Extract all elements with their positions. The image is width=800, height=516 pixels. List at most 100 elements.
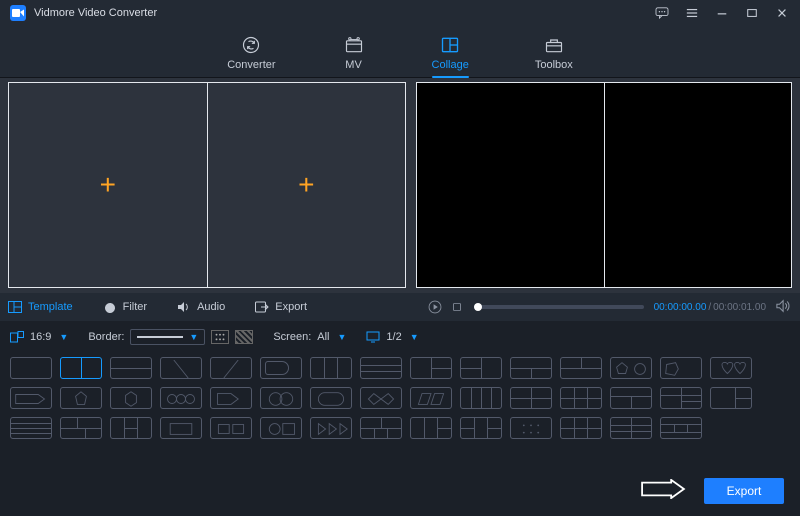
minimize-button[interactable] (714, 6, 730, 20)
add-icon: + (100, 169, 116, 201)
template-thumb[interactable] (60, 417, 102, 439)
tab-audio[interactable]: Audio (177, 301, 225, 313)
template-thumb[interactable] (410, 357, 452, 379)
template-thumb[interactable] (210, 417, 252, 439)
template-thumb[interactable] (110, 417, 152, 439)
template-thumb[interactable] (710, 387, 752, 409)
template-thumb[interactable] (260, 357, 302, 379)
play-button[interactable] (428, 300, 442, 314)
converter-icon (239, 34, 263, 56)
playback-controls (428, 300, 464, 314)
template-thumb[interactable] (510, 387, 552, 409)
border-style-select[interactable]: ▼ (130, 329, 205, 345)
template-thumb[interactable] (60, 387, 102, 409)
tab-template[interactable]: Template (8, 301, 73, 313)
template-thumb[interactable] (210, 357, 252, 379)
template-thumb[interactable] (710, 357, 752, 379)
export-label: Export (727, 484, 762, 498)
template-thumb[interactable] (310, 417, 352, 439)
volume-icon[interactable] (776, 299, 792, 316)
templates-grid (0, 353, 800, 439)
maximize-button[interactable] (744, 6, 760, 20)
collage-slot-2[interactable]: + (208, 83, 406, 287)
template-thumb[interactable] (560, 417, 602, 439)
template-thumb[interactable] (460, 387, 502, 409)
aspect-ratio-select[interactable]: 16:9 ▼ (10, 331, 68, 343)
tab-label: Filter (123, 301, 147, 313)
app-title: Vidmore Video Converter (34, 7, 654, 19)
chevron-down-icon: ▼ (338, 332, 347, 342)
time-current: 00:00:00.00 (654, 302, 707, 313)
app-window: Vidmore Video Converter Converter MV Col… (0, 0, 800, 516)
border-grid-toggle[interactable] (211, 330, 229, 344)
template-thumb[interactable] (110, 387, 152, 409)
template-thumb[interactable] (610, 417, 652, 439)
template-thumb[interactable] (560, 387, 602, 409)
nav-label: MV (345, 59, 362, 71)
export-button[interactable]: Export (704, 478, 784, 504)
close-button[interactable] (774, 6, 790, 20)
seek-thumb[interactable] (474, 303, 482, 311)
template-thumb[interactable] (360, 357, 402, 379)
border-pattern-toggle[interactable] (235, 330, 253, 344)
annotation-arrow (640, 479, 686, 504)
template-thumb[interactable] (10, 417, 52, 439)
export-icon (255, 301, 269, 313)
template-thumb[interactable] (610, 387, 652, 409)
template-thumb[interactable] (60, 357, 102, 379)
template-thumb[interactable] (160, 417, 202, 439)
template-thumb[interactable] (410, 417, 452, 439)
template-thumb[interactable] (660, 417, 702, 439)
title-bar: Vidmore Video Converter (0, 0, 800, 26)
stop-button[interactable] (450, 300, 464, 314)
template-thumb[interactable] (360, 417, 402, 439)
collage-canvas: + + (8, 82, 406, 288)
page-select[interactable]: 1/2 ▼ (386, 331, 418, 343)
template-thumb[interactable] (410, 387, 452, 409)
template-thumb[interactable] (160, 357, 202, 379)
tab-export[interactable]: Export (255, 301, 307, 313)
template-thumb[interactable] (310, 357, 352, 379)
tab-label: Audio (197, 301, 225, 313)
template-thumb[interactable] (660, 387, 702, 409)
template-thumb[interactable] (660, 357, 702, 379)
template-thumb[interactable] (310, 387, 352, 409)
nav-label: Toolbox (535, 59, 573, 71)
template-thumb[interactable] (110, 357, 152, 379)
seek-bar[interactable] (474, 305, 644, 309)
nav-converter[interactable]: Converter (227, 34, 275, 77)
screen-select[interactable]: All ▼ (317, 331, 346, 343)
ratio-value: 16:9 (30, 331, 51, 343)
chevron-down-icon: ▼ (189, 332, 198, 342)
template-thumb[interactable] (260, 387, 302, 409)
template-thumb[interactable] (610, 357, 652, 379)
tab-label: Template (28, 301, 73, 313)
template-thumb[interactable] (460, 417, 502, 439)
audio-icon (177, 301, 191, 313)
menu-icon[interactable] (684, 6, 700, 20)
template-thumb[interactable] (260, 417, 302, 439)
nav-toolbox[interactable]: Toolbox (535, 34, 573, 77)
template-thumb[interactable] (160, 387, 202, 409)
nav-mv[interactable]: MV (342, 34, 366, 77)
chevron-down-icon: ▼ (59, 332, 68, 342)
template-thumb[interactable] (560, 357, 602, 379)
tab-filter[interactable]: Filter (103, 301, 147, 313)
template-thumb[interactable] (510, 357, 552, 379)
add-icon: + (298, 169, 314, 201)
template-thumb[interactable] (510, 417, 552, 439)
border-control: Border: ▼ (88, 329, 253, 345)
collage-slot-1[interactable]: + (9, 83, 208, 287)
template-thumb[interactable] (10, 387, 52, 409)
chevron-down-icon: ▼ (410, 332, 419, 342)
template-thumb[interactable] (360, 387, 402, 409)
border-preview (137, 336, 183, 338)
feedback-icon[interactable] (654, 6, 670, 20)
template-thumb[interactable] (10, 357, 52, 379)
nav-collage[interactable]: Collage (432, 34, 469, 77)
secondary-bar: Template Filter Audio Export 00:00:00.00… (0, 293, 800, 321)
collage-icon (438, 34, 462, 56)
template-thumb[interactable] (460, 357, 502, 379)
template-thumb[interactable] (210, 387, 252, 409)
playback-bar: 00:00:00.00 / 00:00:01.00 (428, 299, 792, 316)
